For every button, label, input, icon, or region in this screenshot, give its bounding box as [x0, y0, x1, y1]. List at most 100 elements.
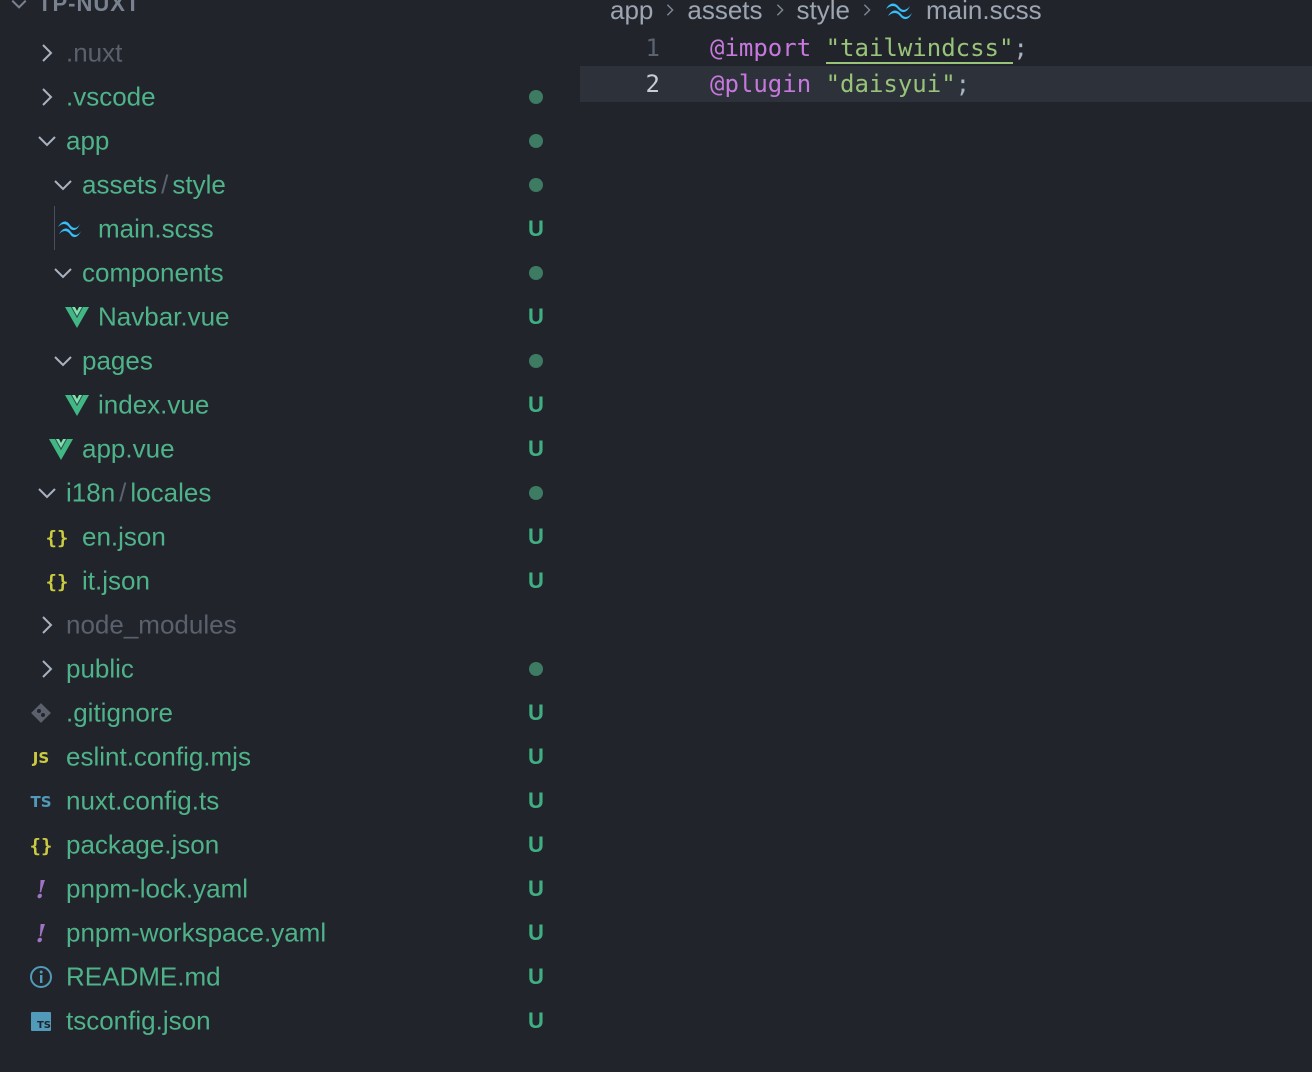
- breadcrumb-part-assets[interactable]: assets: [687, 0, 762, 26]
- tree-item-name: pages: [82, 345, 153, 376]
- svg-text:JS: JS: [32, 749, 49, 767]
- tree-item[interactable]: i18n / locales: [0, 471, 560, 515]
- git-status-badge: U: [528, 964, 544, 989]
- chevron-down-icon: [11, 0, 27, 9]
- git-modified-dot: [529, 486, 543, 500]
- code-content: @plugin "daisyui";: [710, 70, 970, 98]
- tree-item-label: i18n / locales: [66, 478, 211, 509]
- explorer-root-header[interactable]: TP-NUXT: [10, 0, 140, 20]
- svg-text:{}: {}: [30, 835, 53, 857]
- chevron-right-icon: [34, 84, 60, 110]
- tree-item-name: app.vue: [82, 433, 175, 464]
- scss-punctuation: ;: [1013, 34, 1028, 62]
- line-number: 1: [645, 34, 660, 62]
- breadcrumb-part-style[interactable]: style: [797, 0, 850, 26]
- chevron-right-icon: [667, 4, 675, 16]
- tree-item-name: i18n: [66, 477, 116, 508]
- tree-item-label: .gitignore: [66, 698, 173, 729]
- tree-item[interactable]: {} it.json U: [0, 559, 560, 603]
- yaml-icon: !: [28, 920, 54, 946]
- tailwind-icon: [56, 216, 82, 242]
- tree-item[interactable]: node_modules: [0, 603, 560, 647]
- vue-icon: [48, 436, 74, 462]
- svg-text:{}: {}: [46, 527, 69, 549]
- tree-item-name: .nuxt: [66, 37, 123, 68]
- git-modified-dot: [529, 90, 543, 104]
- yaml-icon: !: [28, 876, 54, 902]
- code-line-1[interactable]: 1 @import "tailwindcss";: [580, 30, 1312, 66]
- chevron-right-icon: [34, 40, 60, 66]
- git-status-badge: U: [528, 744, 544, 769]
- tree-item[interactable]: README.md U: [0, 955, 560, 999]
- tree-item-label: en.json: [82, 522, 166, 553]
- git-status-badge: U: [528, 216, 544, 241]
- scss-string: "tailwindcss": [825, 34, 1014, 64]
- git-status-badge: U: [528, 304, 544, 329]
- vue-icon: [64, 304, 90, 330]
- tree-item-name: index.vue: [98, 389, 210, 420]
- scss-string: "daisyui": [825, 70, 956, 98]
- svg-text:TS: TS: [37, 1020, 51, 1031]
- tree-item-name-compact: style: [172, 169, 226, 200]
- git-status-badge: U: [528, 524, 544, 549]
- tree-item-name: .gitignore: [66, 697, 173, 728]
- git-modified-dot: [529, 354, 543, 368]
- tree-item[interactable]: JS eslint.config.mjs U: [0, 735, 560, 779]
- tree-item-name: tsconfig.json: [66, 1005, 211, 1036]
- tree-item[interactable]: public: [0, 647, 560, 691]
- tree-item[interactable]: ! pnpm-workspace.yaml U: [0, 911, 560, 955]
- tree-item-name: README.md: [66, 961, 221, 992]
- tree-item[interactable]: .vscode: [0, 75, 560, 119]
- chevron-right-icon: [34, 612, 60, 638]
- tree-item-label: README.md: [66, 962, 221, 993]
- tree-item-name: main.scss: [98, 213, 214, 244]
- git-status-badge: U: [528, 568, 544, 593]
- breadcrumb-file[interactable]: main.scss: [926, 0, 1042, 26]
- git-modified-dot: [529, 134, 543, 148]
- vue-icon: [64, 392, 90, 418]
- json-icon: {}: [44, 568, 70, 594]
- breadcrumb: app assets style main.scss: [610, 0, 1042, 30]
- tree-item[interactable]: TS tsconfig.json U: [0, 999, 560, 1043]
- code-editor[interactable]: app assets style main.scss 1 @import "ta…: [580, 0, 1312, 1072]
- tree-item[interactable]: ! pnpm-lock.yaml U: [0, 867, 560, 911]
- path-separator: /: [161, 169, 169, 200]
- tree-item[interactable]: .nuxt: [0, 31, 560, 75]
- tree-item-label: .vscode: [66, 82, 156, 113]
- tree-item[interactable]: assets / style: [0, 163, 560, 207]
- path-separator: /: [119, 477, 127, 508]
- scss-at-rule: @import: [710, 34, 812, 62]
- tree-item-label: app: [66, 126, 109, 157]
- tree-item[interactable]: Navbar.vue U: [0, 295, 560, 339]
- tree-item-label: it.json: [82, 566, 150, 597]
- code-line-2[interactable]: 2 @plugin "daisyui";: [580, 66, 1312, 102]
- tree-item[interactable]: components: [0, 251, 560, 295]
- tree-item-name: nuxt.config.ts: [66, 785, 220, 816]
- scss-punctuation: ;: [955, 70, 971, 98]
- scss-at-rule: @plugin: [710, 70, 812, 98]
- tree-item-name: pnpm-workspace.yaml: [66, 917, 327, 948]
- tree-item[interactable]: {} package.json U: [0, 823, 560, 867]
- tree-item-label: nuxt.config.ts: [66, 786, 219, 817]
- tree-item[interactable]: main.scss U: [0, 207, 560, 251]
- tree-item[interactable]: app.vue U: [0, 427, 560, 471]
- line-number: 2: [645, 70, 660, 98]
- chevron-down-icon: [50, 348, 76, 374]
- file-explorer: TP-NUXT .nuxt .vscode app assets / style main.…: [0, 0, 580, 1072]
- tree-item[interactable]: .gitignore U: [0, 691, 560, 735]
- tree-item-name: public: [66, 653, 134, 684]
- tree-item[interactable]: pages: [0, 339, 560, 383]
- tree-item-label: pnpm-lock.yaml: [66, 874, 248, 905]
- tree-item[interactable]: TS nuxt.config.ts U: [0, 779, 560, 823]
- tree-item[interactable]: app: [0, 119, 560, 163]
- tree-item[interactable]: {} en.json U: [0, 515, 560, 559]
- tree-item-name: Navbar.vue: [98, 301, 230, 332]
- tree-item[interactable]: index.vue U: [0, 383, 560, 427]
- tree-item-name: assets: [82, 169, 158, 200]
- git-status-badge: U: [528, 392, 544, 417]
- tree-item-label: pages: [82, 346, 153, 377]
- tree-item-label: assets / style: [82, 170, 226, 201]
- git-status-badge: U: [528, 1008, 544, 1033]
- breadcrumb-part-app[interactable]: app: [610, 0, 653, 26]
- svg-text:!: !: [36, 920, 47, 946]
